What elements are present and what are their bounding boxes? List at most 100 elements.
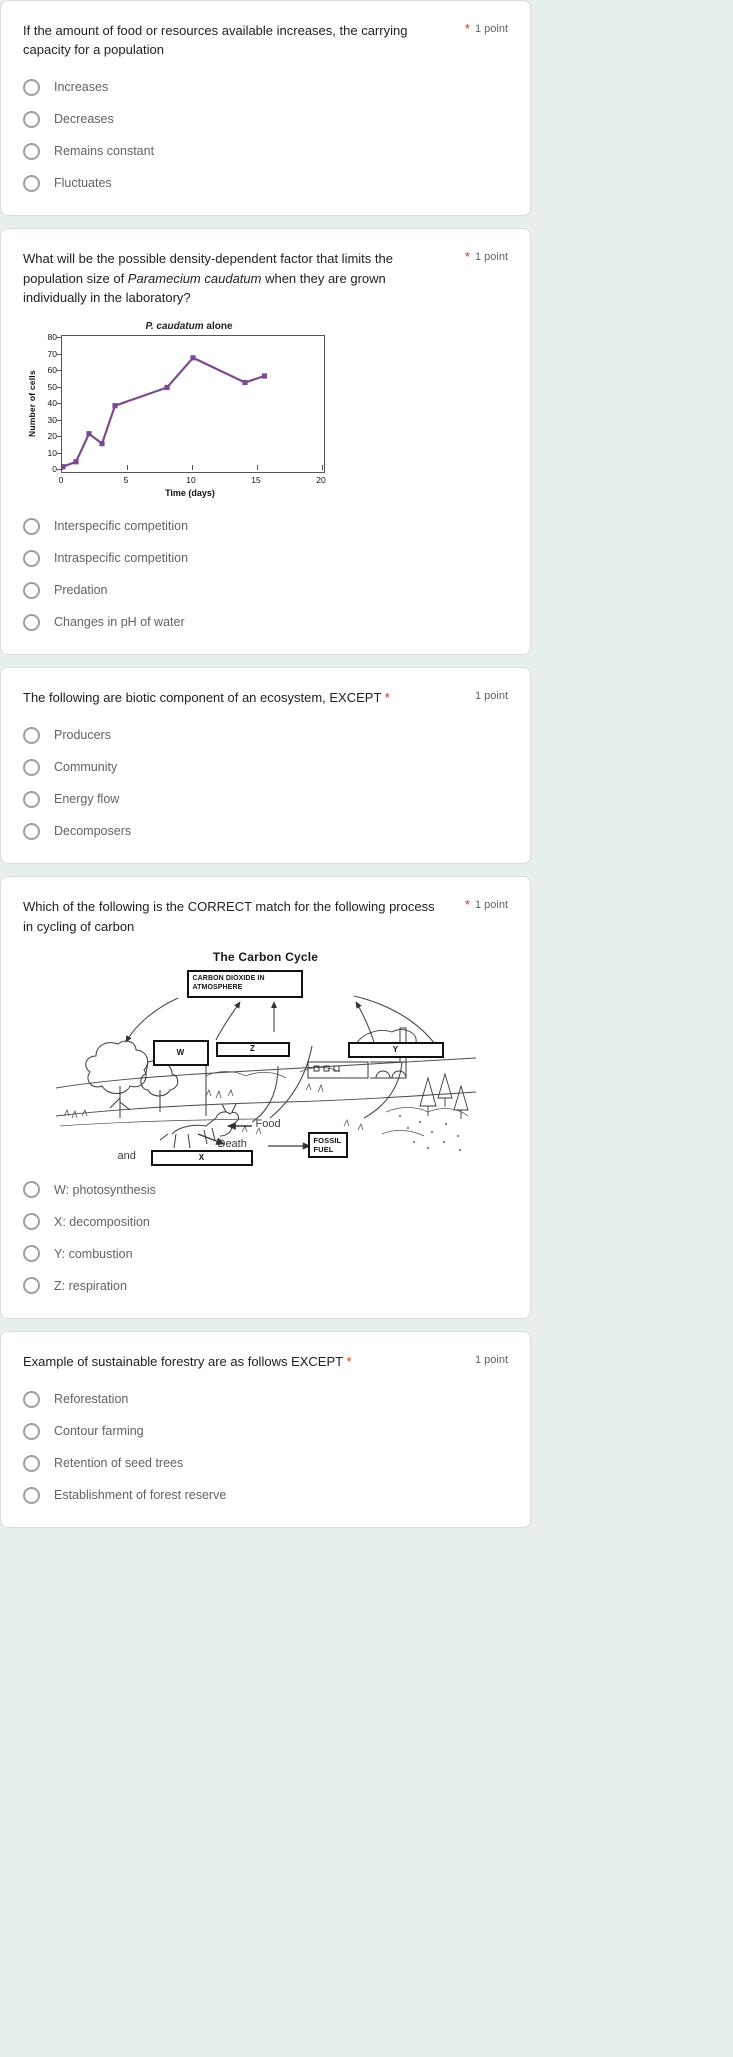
option-label: Z: respiration <box>54 1278 127 1293</box>
points-indicator: 1 point <box>475 1352 508 1367</box>
points-label: 1 point <box>474 1353 508 1366</box>
option-label: Producers <box>54 728 111 743</box>
question-header: Example of sustainable forestry are as f… <box>23 1352 508 1371</box>
radio-button-icon[interactable] <box>23 1245 40 1263</box>
question-title-text: Example of sustainable forestry are as f… <box>23 1353 343 1369</box>
radio-button-icon[interactable] <box>23 726 40 744</box>
option-row[interactable]: W: photosynthesis <box>23 1180 508 1200</box>
option-row[interactable]: Remains constant <box>23 141 508 161</box>
option-row[interactable]: X: decomposition <box>23 1212 508 1232</box>
question-image-chart: P. caudatum alone Number of cells 80 70 … <box>23 321 508 498</box>
option-row[interactable]: Retention of seed trees <box>23 1453 508 1473</box>
carbon-cycle-box-z: Z <box>215 1041 290 1057</box>
radio-button-icon[interactable] <box>23 790 40 808</box>
radio-button-icon[interactable] <box>23 1181 40 1199</box>
radio-button-icon[interactable] <box>23 822 40 840</box>
option-row[interactable]: Intraspecific competition <box>23 548 508 568</box>
option-label: Remains constant <box>54 144 155 159</box>
question-title: What will be the possible density-depend… <box>23 249 443 307</box>
option-label: Decreases <box>54 112 114 127</box>
option-row[interactable]: Increases <box>23 77 508 97</box>
option-row[interactable]: Contour farming <box>23 1421 508 1441</box>
chart-y-axis-label: Number of cells <box>27 370 37 438</box>
chart-title-rest: alone <box>203 321 233 333</box>
option-label: Reforestation <box>54 1391 129 1406</box>
question-title: The following are biotic component of an… <box>23 688 390 707</box>
chart-body: Number of cells 80 70 60 50 40 30 20 10 … <box>25 332 325 474</box>
paramecium-chart: P. caudatum alone Number of cells 80 70 … <box>25 321 326 499</box>
option-row[interactable]: Energy flow <box>23 789 508 809</box>
radio-button-icon[interactable] <box>23 517 40 535</box>
question-image-carbon-cycle: The Carbon Cycle CARBON DIOXIDE IN ATMOS… <box>23 950 508 1166</box>
carbon-cycle-label-death: Death <box>217 1137 247 1150</box>
option-label: Energy flow <box>54 792 120 807</box>
chart-plot-area <box>61 335 325 474</box>
option-label: Decomposers <box>54 824 132 839</box>
chart-title-species: P. caudatum <box>145 321 204 333</box>
carbon-cycle-box-y: Y <box>347 1041 444 1058</box>
radio-button-icon[interactable] <box>23 142 40 160</box>
radio-button-icon[interactable] <box>23 613 40 631</box>
fossil-fuel-line-2: FUEL <box>313 1144 334 1154</box>
box-label-x: X <box>198 1152 205 1162</box>
question-title: Which of the following is the CORRECT ma… <box>23 899 435 934</box>
question-header: Which of the following is the CORRECT ma… <box>23 897 508 935</box>
radio-button-icon[interactable] <box>23 1454 40 1472</box>
option-row[interactable]: Decomposers <box>23 821 508 841</box>
option-row[interactable]: Establishment of forest reserve <box>23 1485 508 1505</box>
radio-button-icon[interactable] <box>23 174 40 192</box>
option-label: Y: combustion <box>54 1246 133 1261</box>
points-indicator: * 1 point <box>465 897 508 912</box>
option-row[interactable]: Interspecific competition <box>23 516 508 536</box>
option-label: Establishment of forest reserve <box>54 1487 227 1502</box>
x-tick: 5 <box>123 475 129 486</box>
options-list: Increases Decreases Remains constant Flu… <box>23 77 508 193</box>
box-label-w: W <box>176 1047 185 1057</box>
radio-button-icon[interactable] <box>23 758 40 776</box>
option-label: Retention of seed trees <box>54 1455 184 1470</box>
y-tick: 80 <box>47 332 62 343</box>
points-indicator: * 1 point <box>465 249 508 264</box>
points-label: 1 point <box>474 690 508 703</box>
option-row[interactable]: Producers <box>23 725 508 745</box>
question-card-2: What will be the possible density-depend… <box>0 228 531 656</box>
points-indicator: 1 point <box>475 688 508 703</box>
options-list: Producers Community Energy flow Decompos… <box>23 725 508 841</box>
chart-title: P. caudatum alone <box>53 321 325 332</box>
option-row[interactable]: Predation <box>23 580 508 600</box>
option-label: Intraspecific competition <box>54 551 189 566</box>
carbon-cycle-canvas: CARBON DIOXIDE IN ATMOSPHERE W Z Y FOSSI… <box>55 966 476 1166</box>
y-tick: 20 <box>47 431 62 442</box>
option-row[interactable]: Z: respiration <box>23 1276 508 1296</box>
option-row[interactable]: Changes in pH of water <box>23 612 508 632</box>
question-title-species: Paramecium caudatum <box>127 270 262 286</box>
carbon-cycle-box-x: X <box>150 1149 253 1166</box>
radio-button-icon[interactable] <box>23 1213 40 1231</box>
radio-button-icon[interactable] <box>23 1486 40 1504</box>
required-asterisk-icon: * <box>464 21 470 36</box>
radio-button-icon[interactable] <box>23 581 40 599</box>
option-label: Community <box>54 760 118 775</box>
box-label-y: Y <box>392 1044 399 1054</box>
radio-button-icon[interactable] <box>23 110 40 128</box>
option-row[interactable]: Community <box>23 757 508 777</box>
carbon-cycle-diagram: The Carbon Cycle CARBON DIOXIDE IN ATMOS… <box>55 950 476 1166</box>
radio-button-icon[interactable] <box>23 549 40 567</box>
option-row[interactable]: Decreases <box>23 109 508 129</box>
required-asterisk-icon: * <box>464 249 470 265</box>
radio-button-icon[interactable] <box>23 1390 40 1408</box>
chart-x-axis-label: Time (days) <box>165 488 215 499</box>
option-row[interactable]: Reforestation <box>23 1389 508 1409</box>
radio-button-icon[interactable] <box>23 1422 40 1440</box>
option-row[interactable]: Fluctuates <box>23 173 508 193</box>
option-label: Fluctuates <box>54 176 112 191</box>
question-header: The following are biotic component of an… <box>23 688 508 707</box>
question-card-1: If the amount of food or resources avail… <box>0 0 531 217</box>
y-tick: 60 <box>47 365 62 376</box>
chart-x-axis-ticks: 0 5 10 15 20 <box>59 473 326 487</box>
carbon-cycle-label-food: Food <box>255 1117 281 1130</box>
radio-button-icon[interactable] <box>23 1277 40 1295</box>
radio-button-icon[interactable] <box>23 78 40 96</box>
atmosphere-line-2: ATMOSPHERE <box>192 983 243 991</box>
option-row[interactable]: Y: combustion <box>23 1244 508 1264</box>
